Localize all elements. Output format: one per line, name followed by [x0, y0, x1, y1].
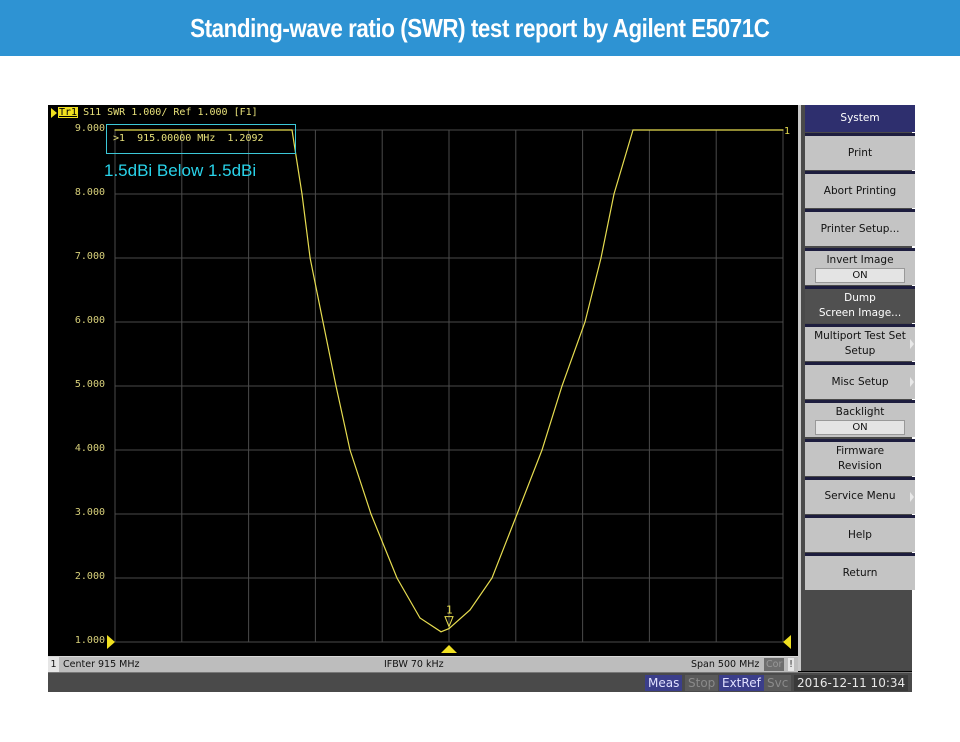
date-time: 2016-12-11 10:34 — [794, 675, 909, 691]
ifbw[interactable]: IFBW 70 kHz — [384, 657, 444, 672]
softkey-label-line2: Setup — [844, 345, 876, 357]
softkey-label: Print — [847, 146, 873, 159]
marker-readout: >1 915.00000 MHz 1.2092 — [113, 133, 264, 144]
softkey-label-line2: Revision — [838, 459, 882, 472]
trace-point — [469, 609, 471, 611]
y-tick-label: 2.000 — [74, 571, 105, 582]
trace-point — [600, 257, 602, 259]
report-title: Standing-wave ratio (SWR) test report by… — [190, 12, 770, 43]
y-tick-label: 4.000 — [74, 443, 105, 454]
trace-point — [541, 449, 543, 451]
correction-indicator: Cor — [764, 658, 785, 671]
softkey-label: Dump — [844, 291, 876, 304]
y-tick-label: 3.000 — [74, 507, 105, 518]
softkey-invert-image[interactable]: Invert Image ON — [805, 247, 915, 285]
y-tick-label: 6.000 — [74, 315, 105, 326]
extref-status: ExtRef — [719, 675, 764, 691]
submenu-arrow-icon — [910, 491, 914, 502]
softkey-toggle-value: ON — [815, 420, 905, 436]
trace-point — [440, 631, 442, 633]
y-tick-label: 9.000 — [74, 123, 105, 134]
ref-level-left-arrow-icon — [107, 635, 115, 649]
softkey-multiport-test-set[interactable]: Multiport Test Set Setup — [805, 324, 915, 361]
trace-point — [632, 129, 634, 131]
center-frequency[interactable]: Center 915 MHz — [63, 657, 139, 672]
trace-header: Tr1 S11 SWR 1.000/ Ref 1.000 [F1] — [51, 107, 258, 118]
softkey-label: Printer Setup... — [820, 222, 900, 235]
trace-plot: 11 Tr1 S11 SWR 1.000/ Ref 1.000 [F1] 9.0… — [48, 105, 798, 656]
softkey-return[interactable]: Return — [805, 553, 915, 591]
softkey-label: Invert Image — [826, 253, 894, 266]
softkey-label: Abort Printing — [823, 184, 897, 197]
softkey-misc-setup[interactable]: Misc Setup — [805, 362, 915, 400]
trace-point — [516, 513, 518, 515]
active-marker-position-icon — [441, 645, 457, 653]
marker-readout-box: >1 915.00000 MHz 1.2092 — [106, 124, 296, 154]
softkey-printer-setup[interactable]: Printer Setup... — [805, 209, 915, 247]
trace-point — [491, 577, 493, 579]
instrument-status-bar: Meas Stop ExtRef Svc 2016-12-11 10:34 — [48, 672, 912, 692]
trace-point — [349, 449, 351, 451]
submenu-arrow-icon — [910, 339, 914, 349]
softkey-label: Service Menu — [824, 490, 896, 503]
softkey-menu-title: System — [805, 105, 915, 132]
analyzer-screen: 11 Tr1 S11 SWR 1.000/ Ref 1.000 [F1] 9.0… — [48, 105, 915, 692]
softkey-service-menu[interactable]: Service Menu — [805, 476, 915, 514]
warning-indicator: ! — [788, 658, 794, 671]
trace-point — [613, 193, 615, 195]
trace-point — [561, 385, 563, 387]
report-banner: Standing-wave ratio (SWR) test report by… — [0, 0, 960, 56]
softkey-abort-printing[interactable]: Abort Printing — [805, 171, 915, 209]
softkey-label: Multiport Test Set — [814, 330, 906, 342]
trace-point — [396, 577, 398, 579]
meas-status: Meas — [645, 675, 683, 691]
channel-status-bar: 1 Center 915 MHz IFBW 70 kHz Span 500 MH… — [48, 656, 798, 672]
marker-1-label: 1 — [446, 604, 453, 617]
y-tick-label: 1.000 — [74, 635, 105, 646]
softkey-help[interactable]: Help — [805, 515, 915, 552]
channel-number[interactable]: 1 — [48, 657, 59, 672]
svc-status: Svc — [764, 675, 792, 691]
softkey-label: Misc Setup — [831, 375, 889, 388]
stop-status: Stop — [685, 675, 719, 691]
softkey-label: Backlight — [835, 406, 885, 419]
y-tick-label: 7.000 — [74, 251, 105, 262]
softkey-label-line2: Screen Image... — [818, 306, 902, 319]
trace-point — [301, 193, 303, 195]
swr-chart: 11 — [107, 126, 791, 653]
submenu-arrow-icon — [910, 377, 914, 388]
softkey-label: Return — [842, 566, 878, 579]
softkey-toggle-value: ON — [815, 267, 905, 283]
trace-point — [322, 321, 324, 323]
softkey-label: Firmware — [835, 444, 885, 457]
trace-end-label: 1 — [784, 126, 790, 137]
softkey-backlight[interactable]: Backlight ON — [805, 400, 915, 438]
trace-point — [448, 628, 450, 630]
trace-point — [335, 385, 337, 387]
span-frequency[interactable]: Span 500 MHz — [691, 657, 759, 672]
active-trace-arrow-icon — [51, 107, 57, 118]
softkey-label: Help — [848, 528, 872, 541]
trace-point — [309, 257, 311, 259]
softkey-panel: System Print Abort Printing Printer Setup.… — [798, 105, 915, 671]
y-tick-label: 5.000 — [74, 379, 105, 390]
softkey-firmware[interactable]: Firmware Revision — [805, 438, 915, 476]
trace-point — [419, 617, 421, 619]
softkey-dump[interactable]: Dump Screen Image... — [805, 285, 915, 323]
softkey-print[interactable]: Print — [805, 133, 915, 170]
gain-annotation: 1.5dBi Below 1.5dBi — [104, 161, 257, 180]
ref-level-right-arrow-icon — [783, 635, 791, 649]
trace-header-text: S11 SWR 1.000/ Ref 1.000 [F1] — [83, 107, 258, 118]
y-tick-label: 8.000 — [74, 187, 105, 198]
trace-badge[interactable]: Tr1 — [58, 107, 79, 118]
trace-point — [584, 321, 586, 323]
trace-point — [370, 513, 372, 515]
